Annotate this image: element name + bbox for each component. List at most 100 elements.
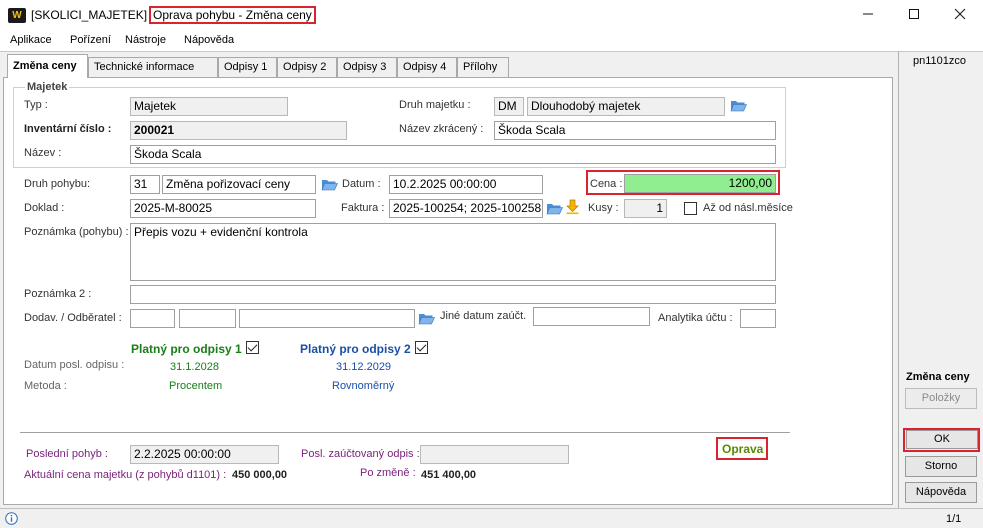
window-title-prefix: [SKOLICI_MAJETEK] [31, 8, 148, 22]
window-title-main: Oprava pohybu - Změna ceny [149, 6, 316, 24]
datum-posl-odpisu-label: Datum posl. odpisu : [24, 359, 125, 371]
typ-label: Typ : [24, 99, 48, 111]
cena-field[interactable]: 1200,00 [624, 174, 776, 193]
posledni-pohyb-label: Poslední pohyb : [26, 448, 108, 460]
dodav-browse-button[interactable] [418, 311, 435, 328]
folder-open-icon [546, 204, 563, 215]
ok-button[interactable]: OK [906, 430, 978, 449]
poznamka2-label: Poznámka 2 : [24, 288, 92, 300]
druh-majetku-code-field[interactable]: DM [494, 97, 524, 116]
druh-majetku-field[interactable]: Dlouhodobý majetek [527, 97, 725, 116]
tab-odpisy-1[interactable]: Odpisy 1 [218, 57, 277, 77]
window-title: [SKOLICI_MAJETEK] Oprava pohybu - Změna c… [31, 6, 316, 24]
doklad-label: Doklad : [24, 202, 65, 214]
minimize-icon [863, 13, 873, 15]
metoda-2: Rovnoměrný [332, 380, 395, 392]
dodav-name-field[interactable] [239, 309, 415, 328]
platny-odpisy2-label: Platný pro odpisy 2 [300, 342, 411, 356]
metoda-1: Procentem [169, 380, 223, 392]
doklad-field[interactable]: 2025-M-80025 [130, 199, 316, 218]
datum-posl-odpisu-2: 31.12.2029 [336, 361, 392, 373]
maximize-icon [909, 9, 919, 19]
polozky-button[interactable]: Položky [905, 388, 977, 409]
inventarni-cislo-field[interactable]: 200021 [130, 121, 347, 140]
tab-prilohy[interactable]: Přílohy [457, 57, 509, 77]
menu-napoveda[interactable]: Nápověda [184, 34, 234, 46]
status-bar: 1/1 [0, 508, 983, 528]
kusy-label: Kusy : [588, 202, 619, 214]
tab-odpisy-3[interactable]: Odpisy 3 [337, 57, 397, 77]
tab-zmena-ceny[interactable]: Změna ceny [7, 54, 88, 78]
cena-label: Cena : [590, 178, 623, 190]
folder-open-icon [418, 314, 435, 325]
posl-zauct-odpis-field[interactable] [420, 445, 569, 464]
folder-open-icon [321, 180, 338, 191]
dodav-code-field[interactable] [130, 309, 175, 328]
nazev-label: Název : [24, 147, 62, 159]
dodav-ico-field[interactable] [179, 309, 236, 328]
menu-bar: Aplikace Pořízení Nástroje Nápověda [0, 31, 983, 51]
nazev-zkraceny-label: Název zkrácený : [399, 123, 484, 135]
download-arrow-icon [566, 199, 579, 215]
platny-odpisy1-checkbox[interactable] [246, 341, 259, 354]
analytika-field[interactable] [740, 309, 776, 328]
footer-divider [20, 432, 790, 433]
app-logo: W [8, 8, 26, 23]
nazev-zkraceny-field[interactable]: Škoda Scala [494, 121, 776, 140]
faktura-label: Faktura : [341, 202, 385, 214]
druh-pohybu-browse-button[interactable] [321, 177, 338, 194]
faktura-browse-button[interactable] [546, 201, 563, 218]
menu-porizeni[interactable]: Pořízení [70, 34, 111, 46]
form-code: pn1101zco [913, 55, 967, 67]
aktualni-cena-value: 450 000,00 [232, 469, 288, 481]
info-icon [5, 512, 18, 525]
datum-label: Datum : [342, 178, 381, 190]
kusy-field[interactable]: 1 [624, 199, 667, 218]
po-zmene-label: Po změně : [360, 467, 416, 479]
jine-datum-label: Jiné datum zaúčt. [440, 310, 527, 322]
tab-technicke-informace[interactable]: Technické informace [88, 57, 218, 77]
majetek-group-label: Majetek [25, 81, 70, 93]
minimize-button[interactable] [845, 0, 891, 31]
az-od-checkbox[interactable] [684, 202, 697, 215]
right-panel-title: Změna ceny [906, 371, 970, 383]
folder-open-icon [730, 101, 747, 112]
menu-nastroje[interactable]: Nástroje [125, 34, 166, 46]
title-bar: W [SKOLICI_MAJETEK] Oprava pohybu - Změna… [0, 0, 983, 31]
tab-odpisy-2[interactable]: Odpisy 2 [277, 57, 337, 77]
posl-zauct-odpis-label: Posl. zaúčtovaný odpis : [301, 448, 420, 460]
info-button[interactable] [5, 512, 18, 528]
napoveda-button[interactable]: Nápověda [905, 482, 977, 503]
druh-pohybu-field[interactable]: Změna pořizovací ceny [162, 175, 316, 194]
po-zmene-value: 451 400,00 [421, 469, 477, 481]
dodav-odberatel-label: Dodav. / Odběratel : [24, 312, 122, 324]
metoda-label: Metoda : [24, 380, 67, 392]
jine-datum-field[interactable] [533, 307, 650, 326]
az-od-label: Až od násl.měsíce [703, 202, 793, 214]
faktura-field[interactable]: 2025-100254; 2025-100258 [389, 199, 543, 218]
faktura-download-button[interactable] [565, 199, 580, 218]
page-indicator: 1/1 [946, 513, 962, 525]
posledni-pohyb-field[interactable]: 2.2.2025 00:00:00 [130, 445, 279, 464]
close-icon [954, 8, 966, 20]
storno-button[interactable]: Storno [905, 456, 977, 477]
maximize-button[interactable] [891, 0, 937, 31]
typ-field[interactable]: Majetek [130, 97, 288, 116]
tab-odpisy-4[interactable]: Odpisy 4 [397, 57, 457, 77]
druh-majetku-browse-button[interactable] [730, 98, 747, 115]
close-window-button[interactable] [937, 0, 983, 31]
nazev-field[interactable]: Škoda Scala [130, 145, 776, 164]
druh-majetku-label: Druh majetku : [399, 99, 471, 111]
poznamka2-field[interactable] [130, 285, 776, 304]
oprava-status: Oprava [722, 442, 764, 456]
datum-posl-odpisu-1: 31.1.2028 [170, 361, 219, 373]
platny-odpisy2-checkbox[interactable] [415, 341, 428, 354]
datum-field[interactable]: 10.2.2025 00:00:00 [389, 175, 543, 194]
menu-aplikace[interactable]: Aplikace [10, 34, 52, 46]
aktualni-cena-label: Aktuální cena majetku (z pohybů d1101) : [24, 469, 227, 481]
poznamka-field[interactable]: Přepis vozu + evidenční kontrola [130, 223, 776, 281]
analytika-label: Analytika účtu : [658, 312, 733, 324]
poznamka-label: Poznámka (pohybu) : [24, 226, 129, 238]
platny-odpisy1-label: Platný pro odpisy 1 [131, 342, 242, 356]
druh-pohybu-code-field[interactable]: 31 [130, 175, 160, 194]
